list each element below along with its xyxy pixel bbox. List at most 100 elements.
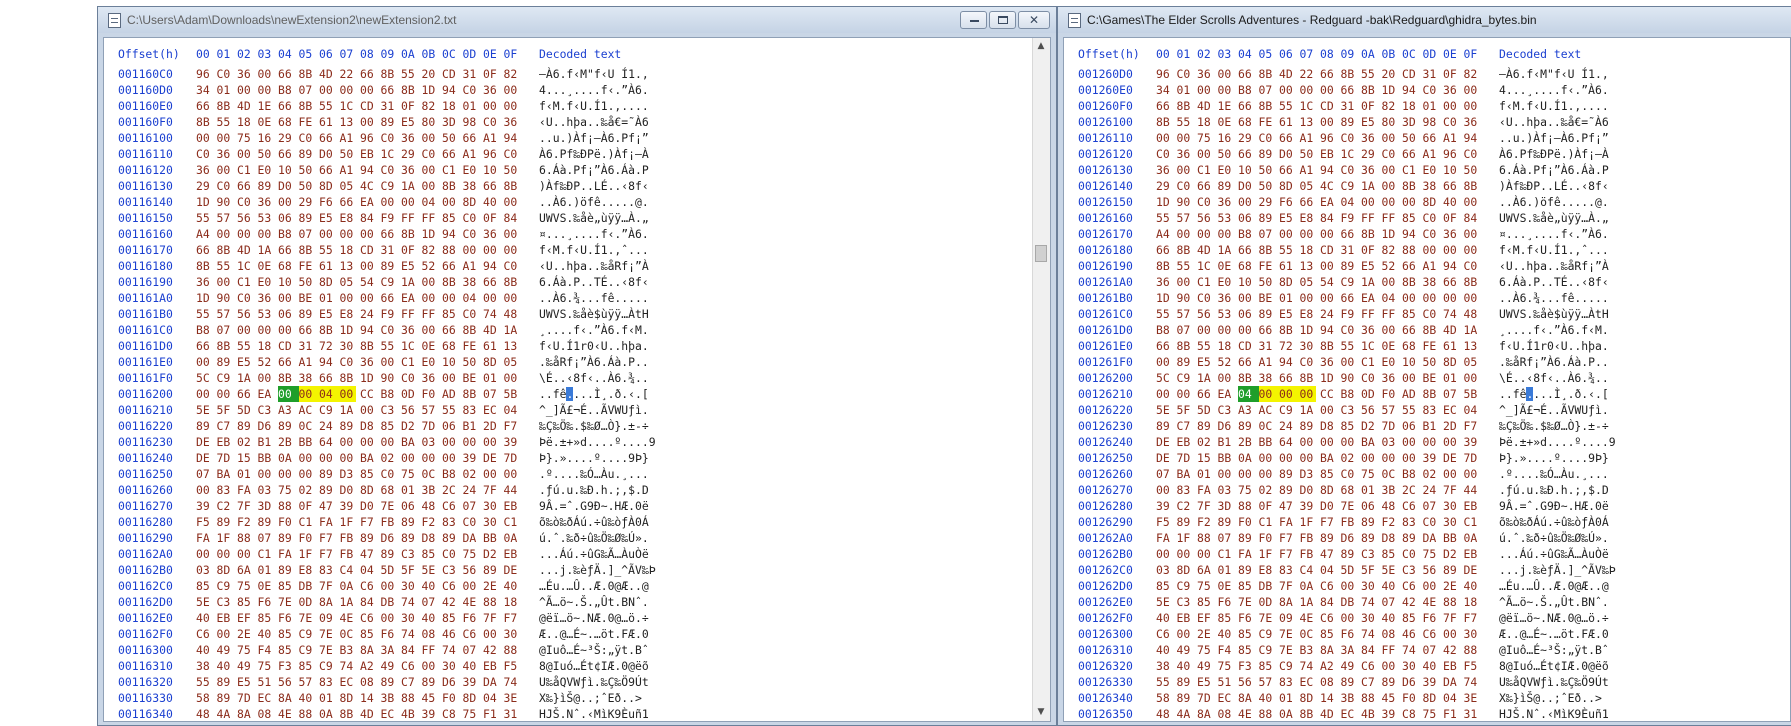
byte-cell[interactable]: F2 — [422, 514, 438, 530]
byte-cell[interactable]: 01 — [463, 98, 479, 114]
byte-cell[interactable]: C7 — [217, 418, 233, 434]
byte-cell[interactable]: 06 — [1361, 498, 1377, 514]
decoded-text[interactable]: )Àf‰ÐP..LÉ..‹8f‹ — [539, 178, 649, 194]
byte-cell[interactable]: 00 — [1156, 482, 1172, 498]
byte-cell[interactable]: 4E — [1238, 706, 1254, 721]
byte-cell[interactable]: AD — [442, 386, 458, 402]
byte-cell[interactable]: 00 — [1423, 578, 1439, 594]
byte-cell[interactable]: 74 — [1300, 658, 1316, 674]
byte-cell[interactable]: FE — [1423, 338, 1439, 354]
byte-cell[interactable]: C1 — [258, 546, 274, 562]
byte-cell[interactable]: DA — [1423, 530, 1439, 546]
hex-row[interactable]: 00126100 8B 55 18 0E 68 FE 61 13 00 89 E5 80 3D 98 C0 36… — [1064, 114, 1790, 130]
byte-cell[interactable]: EB — [360, 146, 376, 162]
byte-cell[interactable]: 00 — [1218, 66, 1234, 82]
byte-cell[interactable]: 50 — [504, 162, 520, 178]
byte-cell[interactable]: 42 — [1402, 594, 1418, 610]
byte-cell[interactable]: EC — [1443, 402, 1459, 418]
byte-cell[interactable]: 8D — [1443, 354, 1459, 370]
byte-cell[interactable]: 88 — [1443, 594, 1459, 610]
byte-cell[interactable]: 24 — [463, 482, 479, 498]
byte-cell[interactable]: 00 — [237, 146, 253, 162]
byte-cell[interactable]: 00 — [1464, 194, 1480, 210]
hex-row[interactable]: 00126320 38 40 49 75 F3 85 C9 74 A2 49 C6 00 30 40 EB F5… — [1064, 658, 1790, 674]
byte-cell[interactable]: 66 — [319, 162, 335, 178]
byte-cell[interactable]: 09 — [1279, 610, 1295, 626]
byte-cell[interactable]: 94 — [442, 226, 458, 242]
byte-cell[interactable]: 68 — [1238, 114, 1254, 130]
byte-cell[interactable]: 00 — [278, 194, 294, 210]
byte-cell[interactable]: C0 — [504, 146, 520, 162]
byte-cell[interactable]: 53 — [1218, 210, 1234, 226]
hex-row[interactable]: 00126220 5E 5F 5D C3 A3 AC C9 1A 00 C3 56 57 55 83 EC 04… — [1064, 402, 1790, 418]
byte-cell[interactable]: 7D — [1177, 450, 1193, 466]
byte-cell[interactable]: 31 — [381, 242, 397, 258]
byte-cell[interactable]: C0 — [463, 82, 479, 98]
byte-cell[interactable]: 89 — [217, 690, 233, 706]
byte-cell[interactable]: 50 — [1464, 162, 1480, 178]
byte-cell[interactable]: 01 — [217, 82, 233, 98]
byte-cell[interactable]: 7D — [1382, 418, 1398, 434]
byte-cell[interactable]: 1C — [1341, 146, 1357, 162]
byte-cell[interactable]: D8 — [1382, 530, 1398, 546]
title-bar[interactable]: C:\Users\Adam\Downloads\newExtension2\ne… — [98, 7, 1056, 33]
byte-cell[interactable]: 00 — [483, 242, 499, 258]
byte-cell[interactable]: 00 — [196, 130, 212, 146]
byte-cell[interactable]: 88 — [1259, 706, 1275, 721]
byte-cell[interactable]: 4B — [1361, 706, 1377, 721]
byte-cell[interactable]: 8B — [1279, 322, 1295, 338]
byte-cell[interactable]: 07 — [1177, 322, 1193, 338]
byte-cell[interactable]: 00 — [1382, 450, 1398, 466]
byte-cell[interactable]: 39 — [504, 434, 520, 450]
byte-cell[interactable]: 16 — [258, 130, 274, 146]
byte-cell[interactable]: 00 — [1464, 466, 1480, 482]
byte-cell[interactable]: 4D — [319, 66, 335, 82]
byte-cell[interactable]: 8D — [1423, 194, 1439, 210]
byte-cell[interactable]: 89 — [483, 562, 499, 578]
byte-cell[interactable]: 89 — [319, 482, 335, 498]
byte-cell[interactable]: C3 — [381, 402, 397, 418]
byte-cell[interactable]: 66 — [278, 98, 294, 114]
byte-cell[interactable]: 88 — [299, 706, 315, 721]
byte-cell[interactable]: 57 — [217, 210, 233, 226]
hex-row[interactable]: 001161C0 B8 07 00 00 00 66 8B 1D 94 C0 36 00 66 8B 4D 1A… — [104, 322, 1033, 338]
byte-cell[interactable]: C9 — [319, 402, 335, 418]
byte-cell[interactable]: 42 — [442, 594, 458, 610]
byte-cell[interactable]: AC — [299, 402, 315, 418]
byte-cell[interactable]: C0 — [381, 130, 397, 146]
byte-cell[interactable]: 66 — [1259, 322, 1275, 338]
byte-cell[interactable]: C9 — [1341, 178, 1357, 194]
byte-cell[interactable]: 36 — [1197, 66, 1213, 82]
byte-cell[interactable]: 57 — [299, 674, 315, 690]
byte-cell[interactable]: EA — [1320, 194, 1336, 210]
byte-cell[interactable]: 8B — [463, 386, 479, 402]
byte-cell[interactable]: 66 — [1320, 66, 1336, 82]
byte-cell[interactable]: 74 — [483, 306, 499, 322]
byte-cell[interactable]: 55 — [1156, 306, 1172, 322]
byte-cell[interactable]: 00 — [1197, 226, 1213, 242]
decoded-text[interactable]: 6.Áà.Pf¡”À6.Áà.P — [1499, 162, 1609, 178]
decoded-text[interactable]: 8@Iuó…Ét¢IÆ.0@ëõ — [539, 658, 649, 674]
hex-row[interactable]: 00126350 48 4A 8A 08 4E 88 0A 8B 4D EC 4B 39 C8 75 F1 31… — [1064, 706, 1790, 721]
byte-cell[interactable]: E5 — [1361, 258, 1377, 274]
byte-cell[interactable]: 40 — [1156, 610, 1172, 626]
byte-cell[interactable]: 61 — [1279, 258, 1295, 274]
byte-cell[interactable]: 85 — [1218, 610, 1234, 626]
byte-cell[interactable]: 7F — [1197, 498, 1213, 514]
decoded-text[interactable]: ..u.)Àf¡–À6.Pf¡” — [1499, 130, 1609, 146]
hex-row[interactable]: 001261C0 55 57 56 53 06 89 E5 E8 24 F9 FF FF 85 C0 74 48… — [1064, 306, 1790, 322]
byte-cell[interactable]: 85 — [278, 578, 294, 594]
byte-cell[interactable]: 40 — [483, 194, 499, 210]
byte-cell[interactable]: 66 — [1238, 146, 1254, 162]
byte-cell[interactable]: 0A — [319, 706, 335, 721]
byte-cell[interactable]: 00 — [237, 226, 253, 242]
byte-cell[interactable]: 01 — [1218, 562, 1234, 578]
decoded-text[interactable]: ..fê....Ì¸.ð.‹.[ — [1499, 386, 1609, 402]
byte-cell[interactable]: 1D — [1156, 194, 1172, 210]
byte-cell[interactable]: 06 — [442, 418, 458, 434]
byte-cell[interactable]: 94 — [504, 130, 520, 146]
byte-cell[interactable]: 00 — [340, 450, 356, 466]
byte-cell[interactable]: E0 — [1423, 162, 1439, 178]
byte-cell[interactable]: 04 — [1464, 402, 1480, 418]
byte-cell[interactable]: 00 — [463, 578, 479, 594]
